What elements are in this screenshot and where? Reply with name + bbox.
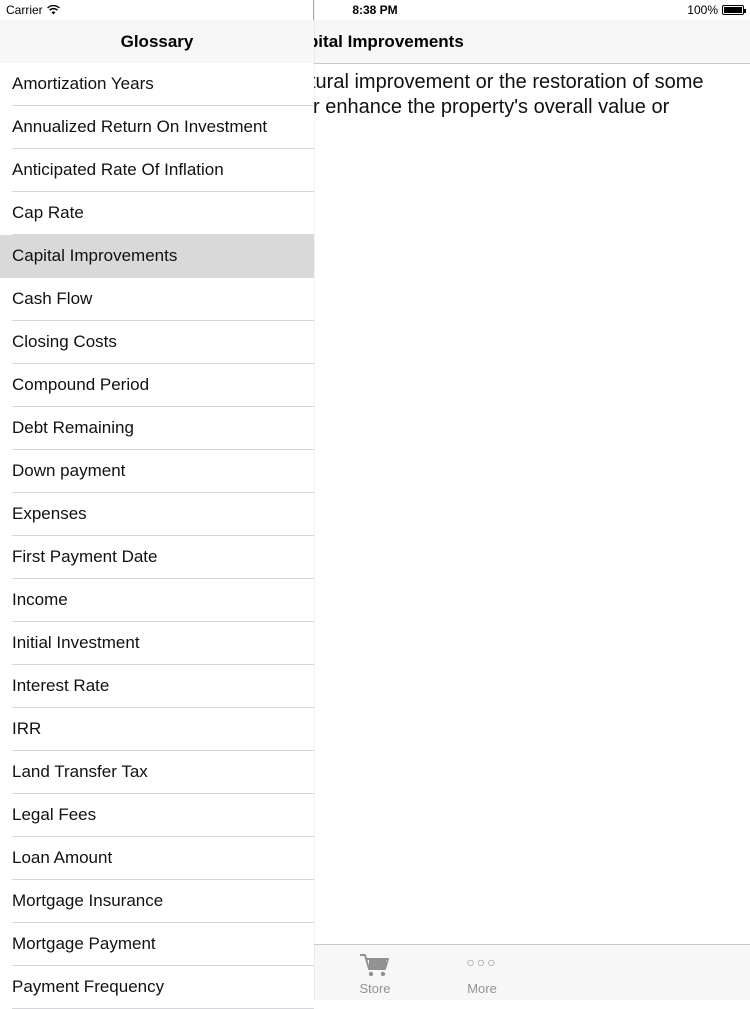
glossary-navigation-bar: Glossary <box>0 20 314 64</box>
list-item[interactable]: Interest Rate <box>0 665 314 708</box>
list-item[interactable]: Debt Remaining <box>0 407 314 450</box>
list-item-label: Down payment <box>12 461 126 480</box>
status-bar: Carrier 8:38 PM 100% <box>0 0 750 20</box>
tab-more[interactable]: ○○○ More <box>452 951 512 996</box>
list-item[interactable]: Compound Period <box>0 364 314 407</box>
list-item[interactable]: Payment Frequency <box>0 966 314 1009</box>
tab-store-label: Store <box>359 981 391 996</box>
list-item-label: Amortization Years <box>12 74 154 93</box>
list-item[interactable]: Expenses <box>0 493 314 536</box>
tab-store[interactable]: Store <box>345 951 405 996</box>
list-item[interactable]: Mortgage Payment <box>0 923 314 966</box>
list-item[interactable]: Mortgage Insurance <box>0 880 314 923</box>
list-item[interactable]: Closing Costs <box>0 321 314 364</box>
list-item-label: Legal Fees <box>12 805 97 824</box>
list-item-label: Land Transfer Tax <box>12 762 148 781</box>
list-item-label: Cash Flow <box>12 289 93 308</box>
list-item-label: Loan Amount <box>12 848 113 867</box>
list-item-label: Mortgage Insurance <box>12 891 164 910</box>
list-item[interactable]: Income <box>0 579 314 622</box>
list-item[interactable]: Land Transfer Tax <box>0 751 314 794</box>
list-item-label: First Payment Date <box>12 547 158 566</box>
list-item[interactable]: Initial Investment <box>0 622 314 665</box>
battery-icon <box>722 5 746 15</box>
list-item-label: Expenses <box>12 504 87 523</box>
cart-icon <box>360 954 389 977</box>
list-item-label: Closing Costs <box>12 332 117 351</box>
list-item[interactable]: Annualized Return On Investment <box>0 106 314 149</box>
battery-indicator: 100% <box>687 3 746 17</box>
clock: 8:38 PM <box>352 3 398 17</box>
list-item[interactable]: Anticipated Rate Of Inflation <box>0 149 314 192</box>
list-item-label: Anticipated Rate Of Inflation <box>12 160 224 179</box>
list-item-label: Income <box>12 590 68 609</box>
battery-percent: 100% <box>687 3 718 17</box>
glossary-list[interactable]: Amortization Years Annualized Return On I… <box>0 63 314 1009</box>
list-item-label: Annualized Return On Investment <box>12 117 268 136</box>
list-item[interactable]: Capital Improvements <box>0 235 314 278</box>
list-item-label: Interest Rate <box>12 676 110 695</box>
list-item-label: Initial Investment <box>12 633 140 652</box>
tab-more-label: More <box>467 981 497 996</box>
glossary-title: Glossary <box>120 32 194 51</box>
list-item[interactable]: Down payment <box>0 450 314 493</box>
list-item[interactable]: Cash Flow <box>0 278 314 321</box>
list-item-label: Capital Improvements <box>12 246 178 265</box>
list-item[interactable]: IRR <box>0 708 314 751</box>
list-item[interactable]: Amortization Years <box>0 63 314 106</box>
list-item-label: Mortgage Payment <box>12 934 156 953</box>
list-item[interactable]: Loan Amount <box>0 837 314 880</box>
list-item-label: Compound Period <box>12 375 150 394</box>
more-dots-icon: ○○○ <box>466 954 498 970</box>
list-item-label: IRR <box>12 719 42 738</box>
list-item-label: Payment Frequency <box>12 977 165 996</box>
list-item[interactable]: First Payment Date <box>0 536 314 579</box>
glossary-panel: Glossary Amortization Years Annualized Re… <box>0 0 314 1009</box>
list-item-label: Cap Rate <box>12 203 84 222</box>
list-item-label: Debt Remaining <box>12 418 134 437</box>
list-item[interactable]: Legal Fees <box>0 794 314 837</box>
list-item[interactable]: Cap Rate <box>0 192 314 235</box>
